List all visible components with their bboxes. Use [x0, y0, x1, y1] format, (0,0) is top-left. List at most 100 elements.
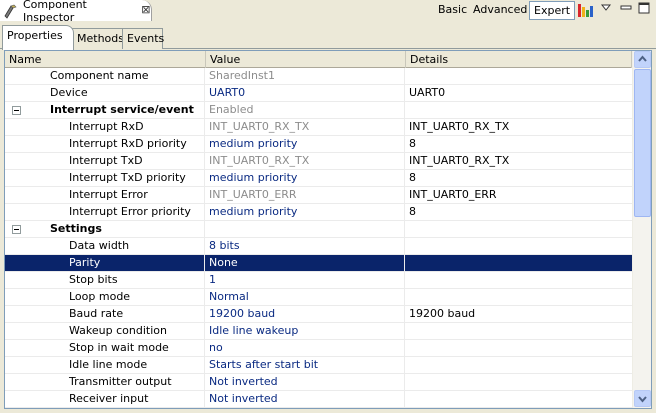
- table-row[interactable]: Device UART0 UART0: [5, 85, 632, 102]
- property-details: [405, 357, 632, 374]
- property-name: Idle line mode: [5, 357, 205, 374]
- table-row[interactable]: Parity None: [5, 255, 632, 272]
- table-row[interactable]: Interrupt Error priority medium priority 8: [5, 204, 632, 221]
- table-row[interactable]: Interrupt service/event Enabled: [5, 102, 632, 119]
- property-name: Transmitter output: [5, 374, 205, 391]
- column-header-details[interactable]: Details: [406, 51, 632, 68]
- property-name: Settings: [5, 221, 205, 238]
- property-value[interactable]: INT_UART0_RX_TX: [205, 153, 405, 170]
- table-row[interactable]: Receiver input Not inverted: [5, 391, 632, 408]
- property-details: INT_UART0_RX_TX: [409, 120, 510, 133]
- property-value[interactable]: SharedInst1: [205, 68, 405, 85]
- table-row[interactable]: Interrupt Error INT_UART0_ERR INT_UART0_ER…: [5, 187, 632, 204]
- property-name: Receiver input: [5, 391, 205, 408]
- vertical-scrollbar[interactable]: [632, 51, 651, 408]
- table-row[interactable]: Baud rate 19200 baud 19200 baud: [5, 306, 632, 323]
- property-details: INT_UART0_ERR: [409, 188, 497, 201]
- property-name: Interrupt Error priority: [5, 204, 205, 221]
- tab-events[interactable]: Events: [122, 28, 164, 49]
- scroll-up-button[interactable]: [634, 51, 651, 68]
- property-details: 8: [409, 171, 416, 184]
- table-row[interactable]: Stop in wait mode no: [5, 340, 632, 357]
- table-row[interactable]: Idle line mode Starts after start bit: [5, 357, 632, 374]
- property-name: Interrupt TxD: [5, 153, 205, 170]
- property-name: Device: [5, 85, 205, 102]
- table-row[interactable]: Wakeup condition Idle line wakeup: [5, 323, 632, 340]
- property-value[interactable]: INT_UART0_ERR: [205, 187, 405, 204]
- collapse-icon[interactable]: [12, 106, 21, 115]
- table-row[interactable]: Interrupt TxD INT_UART0_RX_TX INT_UART0_RX…: [5, 153, 632, 170]
- property-value[interactable]: Idle line wakeup: [205, 323, 405, 340]
- property-name: Wakeup condition: [5, 323, 205, 340]
- property-name: Interrupt service/event: [5, 102, 205, 119]
- table-row[interactable]: Settings: [5, 221, 632, 238]
- property-value[interactable]: 19200 baud: [205, 306, 405, 323]
- property-name: Baud rate: [5, 306, 205, 323]
- table-row[interactable]: Loop mode Normal: [5, 289, 632, 306]
- property-value[interactable]: Starts after start bit: [205, 357, 405, 374]
- property-value[interactable]: medium priority: [205, 136, 405, 153]
- column-header-value[interactable]: Value: [206, 51, 406, 68]
- view-title-bar: Component Inspector ⊠ Basic Advanced Exp…: [0, 0, 656, 24]
- property-name: Parity: [5, 255, 205, 272]
- property-details: [405, 255, 632, 272]
- property-name: Stop bits: [5, 272, 205, 289]
- table-row[interactable]: Stop bits 1: [5, 272, 632, 289]
- property-name: Interrupt Error: [5, 187, 205, 204]
- mode-basic-button[interactable]: Basic: [434, 1, 471, 20]
- properties-table: Name Value Details Component name SharedI…: [4, 50, 652, 409]
- property-value[interactable]: UART0: [205, 85, 405, 102]
- view-title: Component Inspector: [23, 0, 87, 24]
- scrollbar-thumb[interactable]: [634, 69, 651, 217]
- table-row[interactable]: Interrupt TxD priority medium priority 8: [5, 170, 632, 187]
- column-header-name[interactable]: Name: [5, 51, 206, 68]
- maximize-icon[interactable]: [638, 2, 650, 14]
- minimize-icon[interactable]: [620, 3, 632, 13]
- property-details: UART0: [409, 86, 446, 99]
- property-details: 19200 baud: [409, 307, 476, 320]
- table-row[interactable]: Interrupt RxD INT_UART0_RX_TX INT_UART0_RX…: [5, 119, 632, 136]
- property-details: [405, 272, 632, 289]
- property-value[interactable]: Not inverted: [205, 374, 405, 391]
- table-row[interactable]: Data width 8 bits: [5, 238, 632, 255]
- property-value[interactable]: None: [205, 255, 405, 272]
- property-details: [405, 68, 632, 85]
- close-icon[interactable]: ⊠: [141, 4, 151, 16]
- property-value[interactable]: 8 bits: [205, 238, 405, 255]
- mode-expert-button[interactable]: Expert: [529, 1, 576, 20]
- property-details: INT_UART0_RX_TX: [409, 154, 510, 167]
- table-row[interactable]: Interrupt RxD priority medium priority 8: [5, 136, 632, 153]
- property-value[interactable]: INT_UART0_RX_TX: [205, 119, 405, 136]
- mode-advanced-button[interactable]: Advanced: [469, 1, 531, 20]
- property-value[interactable]: Enabled: [205, 102, 405, 119]
- collapse-icon[interactable]: [12, 225, 21, 234]
- view-menu-icon[interactable]: [600, 2, 612, 14]
- property-value[interactable]: 1: [205, 272, 405, 289]
- property-value[interactable]: no: [205, 340, 405, 357]
- property-name: Interrupt RxD: [5, 119, 205, 136]
- property-details: [405, 289, 632, 306]
- property-name: Interrupt TxD priority: [5, 170, 205, 187]
- property-details: 8: [409, 205, 416, 218]
- component-inspector-view-tab[interactable]: Component Inspector ⊠: [0, 0, 152, 24]
- property-name: Interrupt RxD priority: [5, 136, 205, 153]
- property-value[interactable]: medium priority: [205, 170, 405, 187]
- property-name: Data width: [5, 238, 205, 255]
- component-inspector-icon: [3, 3, 19, 19]
- property-name: Component name: [5, 68, 205, 85]
- tab-properties[interactable]: Properties: [2, 25, 74, 50]
- scroll-down-button[interactable]: [634, 390, 651, 407]
- property-value[interactable]: Normal: [205, 289, 405, 306]
- property-value[interactable]: [205, 221, 405, 238]
- property-details: [405, 340, 632, 357]
- property-value[interactable]: medium priority: [205, 204, 405, 221]
- bar-chart-icon[interactable]: [576, 1, 594, 19]
- table-row[interactable]: Transmitter output Not inverted: [5, 374, 632, 391]
- table-row[interactable]: Component name SharedInst1: [5, 68, 632, 85]
- property-value[interactable]: Not inverted: [205, 391, 405, 408]
- property-details: [405, 238, 632, 255]
- property-details: [405, 374, 632, 391]
- table-header: Name Value Details: [5, 51, 632, 68]
- table-body: Component name SharedInst1 Device UART0 UART…: [5, 68, 632, 408]
- tab-methods[interactable]: Methods: [72, 28, 124, 49]
